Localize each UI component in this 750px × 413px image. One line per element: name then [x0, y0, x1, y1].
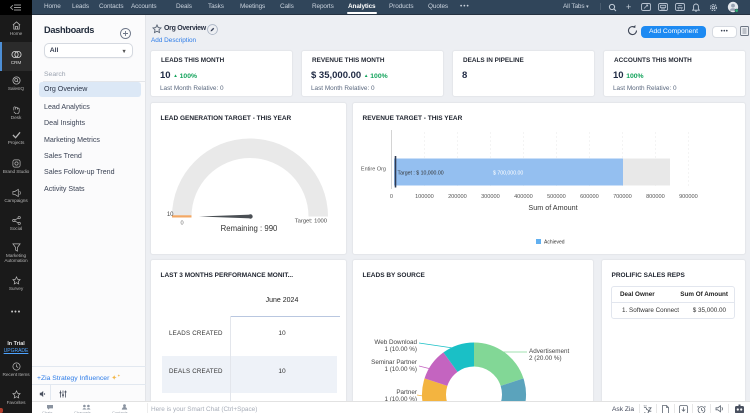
svg-text:300000: 300000 — [481, 194, 500, 200]
svg-text:Target: 1000: Target: 1000 — [295, 218, 327, 224]
svg-text:Remaining : 990: Remaining : 990 — [221, 224, 278, 233]
svg-text:500000: 500000 — [547, 194, 566, 200]
svg-text:0: 0 — [180, 220, 183, 226]
svg-text:Achieved: Achieved — [544, 239, 565, 245]
svg-text:400000: 400000 — [514, 194, 533, 200]
svg-text:Seminar Partner: Seminar Partner — [371, 359, 417, 366]
svg-text:1 (10.00 %): 1 (10.00 %) — [384, 346, 417, 353]
svg-text:100000: 100000 — [415, 194, 434, 200]
svg-text:900000: 900000 — [679, 194, 698, 200]
svg-text:Web Download: Web Download — [374, 339, 417, 346]
svg-text:Target : $ 10,000.00: Target : $ 10,000.00 — [398, 170, 444, 176]
svg-text:Partner: Partner — [396, 389, 417, 396]
svg-text:700000: 700000 — [613, 194, 632, 200]
svg-text:Advertisement: Advertisement — [529, 348, 569, 355]
svg-text:200000: 200000 — [448, 194, 467, 200]
svg-text:800000: 800000 — [646, 194, 665, 200]
svg-text:$ 700,000.00: $ 700,000.00 — [493, 170, 523, 176]
svg-text:600000: 600000 — [580, 194, 599, 200]
svg-text:1 (10.00 %): 1 (10.00 %) — [384, 366, 417, 373]
svg-text:Sum of Amount: Sum of Amount — [528, 203, 577, 212]
svg-text:0: 0 — [390, 194, 393, 200]
svg-text:10: 10 — [167, 211, 174, 217]
svg-text:2 (20.00 %): 2 (20.00 %) — [529, 355, 562, 362]
svg-text:Entire Org: Entire Org — [361, 166, 386, 172]
